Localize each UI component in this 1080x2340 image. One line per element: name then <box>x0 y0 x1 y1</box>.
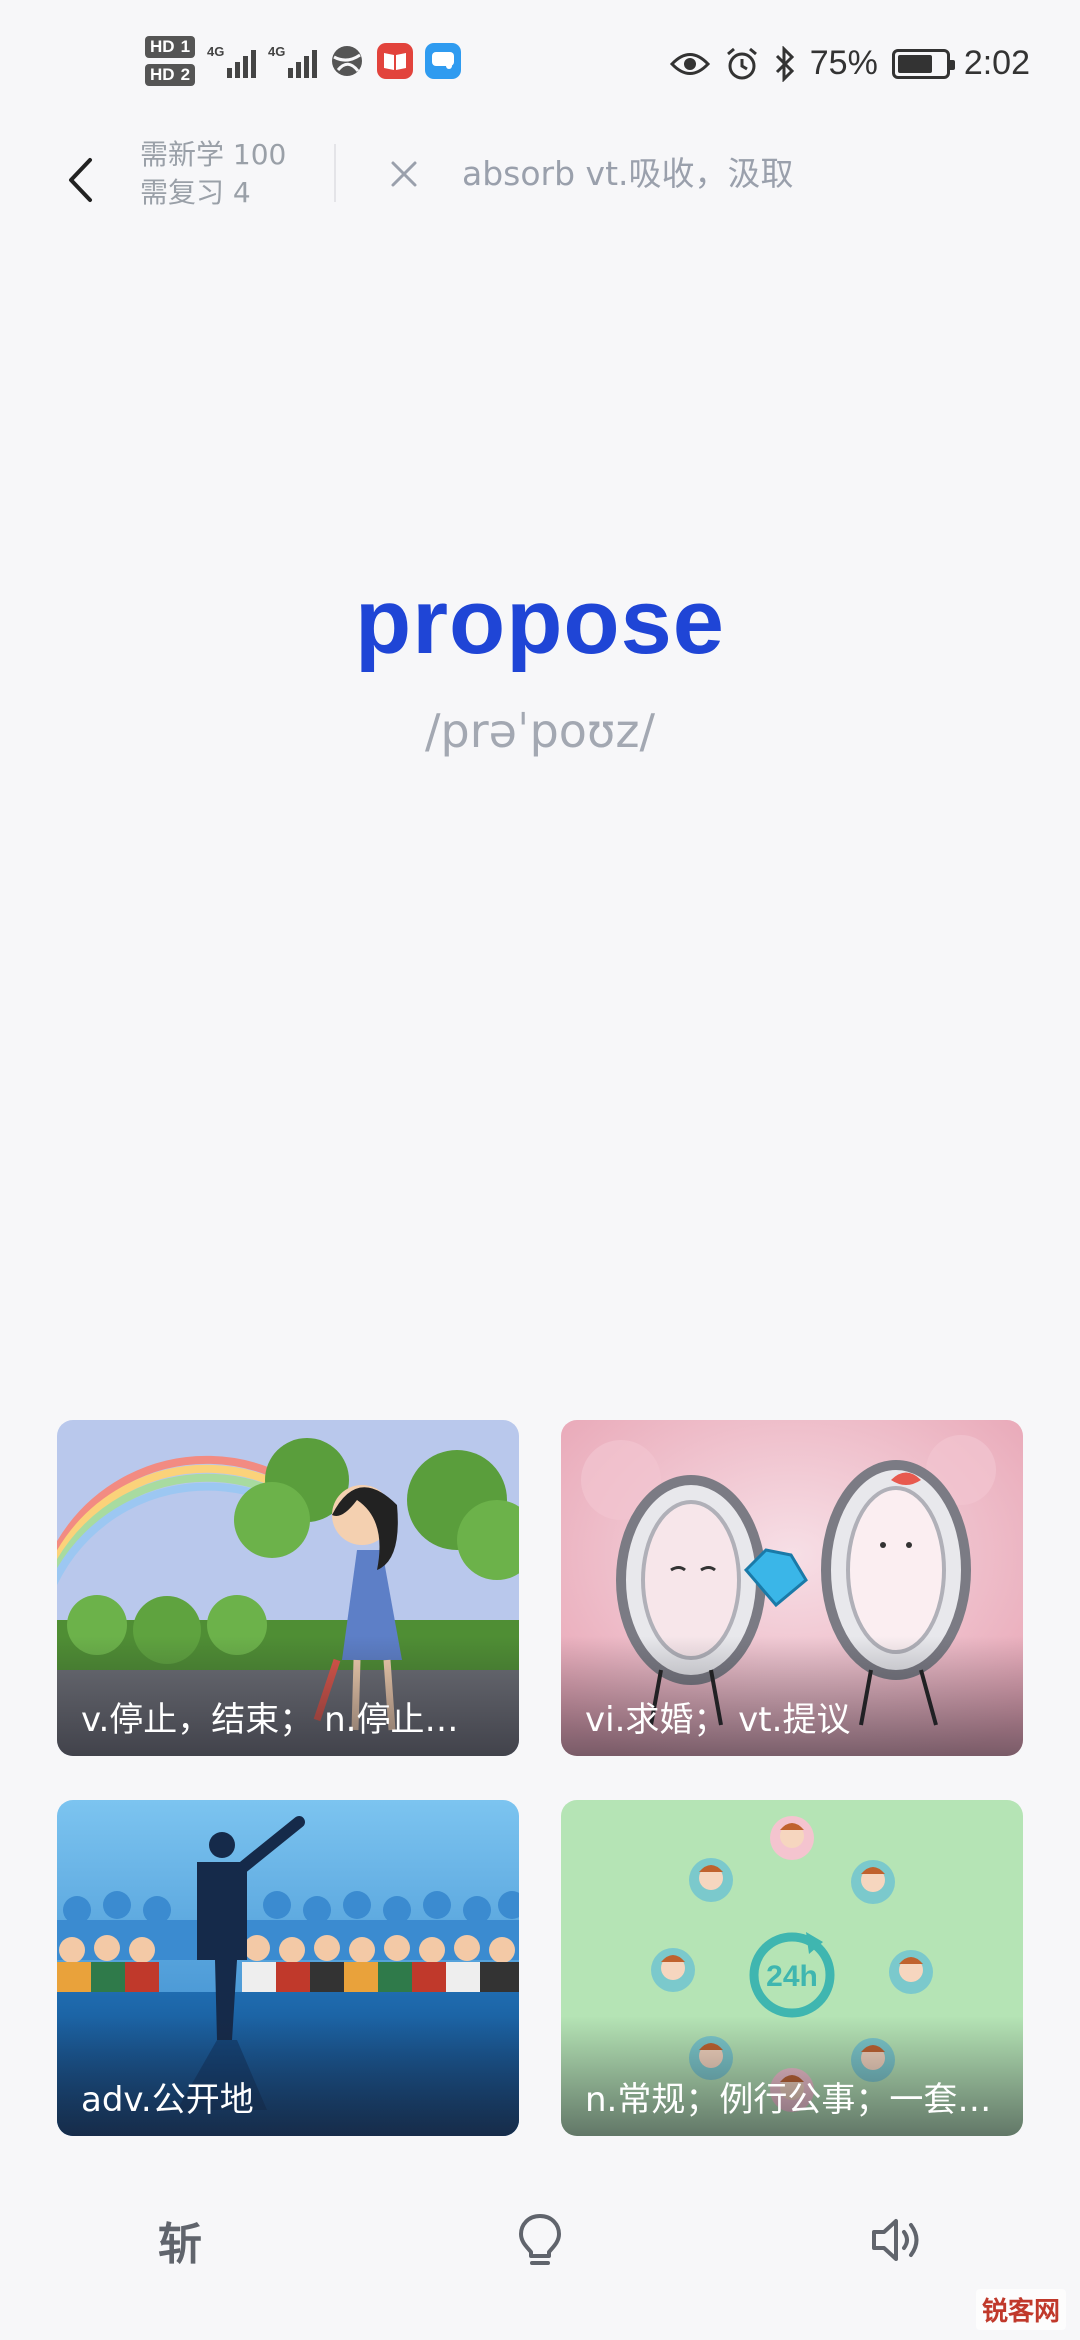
pronounce-button[interactable] <box>848 2190 948 2290</box>
clock: 2:02 <box>963 44 1030 82</box>
zhan-button[interactable]: 斩 <box>130 2190 230 2290</box>
battery-percent: 75% <box>809 44 878 82</box>
option-card-4[interactable]: 24h n.常规；例行公事；一套… <box>561 1800 1023 2136</box>
word-phonetic[interactable]: /prəˈpoʊz/ <box>0 704 1080 758</box>
svg-text:24h: 24h <box>766 1960 818 1993</box>
previous-word-dismiss-button[interactable] <box>378 148 430 200</box>
bluetooth-icon <box>775 45 794 82</box>
sim1-badge: HD 1 <box>145 36 196 58</box>
eye-icon <box>669 52 710 75</box>
option-caption: adv.公开地 <box>81 2080 254 2120</box>
browser-app-icon <box>329 43 365 79</box>
watermark: 锐客网 <box>975 2289 1066 2330</box>
alarm-icon <box>726 47 757 79</box>
hint-button[interactable] <box>490 2190 590 2290</box>
option-card-3[interactable]: adv.公开地 <box>57 1800 519 2136</box>
option-card-2[interactable]: vi.求婚； vt.提议 <box>561 1420 1023 1756</box>
option-caption: v.停止，结束； n.停止… <box>81 1700 459 1740</box>
status-bar: HD 1 HD 2 4G 4G 75% 2:02 <box>0 0 1080 130</box>
chevron-left-icon <box>69 158 92 202</box>
sim2-badge: HD 2 <box>145 64 196 86</box>
study-counts: 需新学 100 需复习 4 <box>140 136 286 212</box>
option-caption: vi.求婚； vt.提议 <box>585 1700 851 1740</box>
reader-app-icon <box>377 43 414 79</box>
battery-icon <box>891 48 955 79</box>
review-count: 需复习 4 <box>140 176 251 209</box>
new-count: 需新学 100 <box>140 138 287 171</box>
message-app-icon <box>425 43 462 79</box>
status-left: HD 1 HD 2 4G 4G <box>145 36 462 86</box>
back-button[interactable] <box>50 145 110 215</box>
lightbulb-icon <box>519 2214 561 2265</box>
signal-icon: 4G <box>207 44 257 78</box>
status-right: 75% 2:02 <box>669 44 1030 83</box>
bottom-toolbar: 斩 <box>0 2190 1080 2290</box>
sim-indicators: HD 1 HD 2 <box>145 36 196 86</box>
battery-fill <box>897 54 933 73</box>
previous-word[interactable]: absorb vt.吸收，汲取 <box>462 148 794 200</box>
option-caption: n.常规；例行公事；一套… <box>585 2080 992 2120</box>
header-divider <box>334 144 336 202</box>
word-text: propose <box>355 571 725 673</box>
header: 需新学 100 需复习 4 absorb vt.吸收，汲取 <box>0 130 1080 230</box>
close-icon <box>391 161 417 187</box>
option-card-1[interactable]: v.停止，结束； n.停止… <box>57 1420 519 1756</box>
speaker-icon <box>872 2219 919 2261</box>
signal-icon-2: 4G <box>268 44 318 78</box>
